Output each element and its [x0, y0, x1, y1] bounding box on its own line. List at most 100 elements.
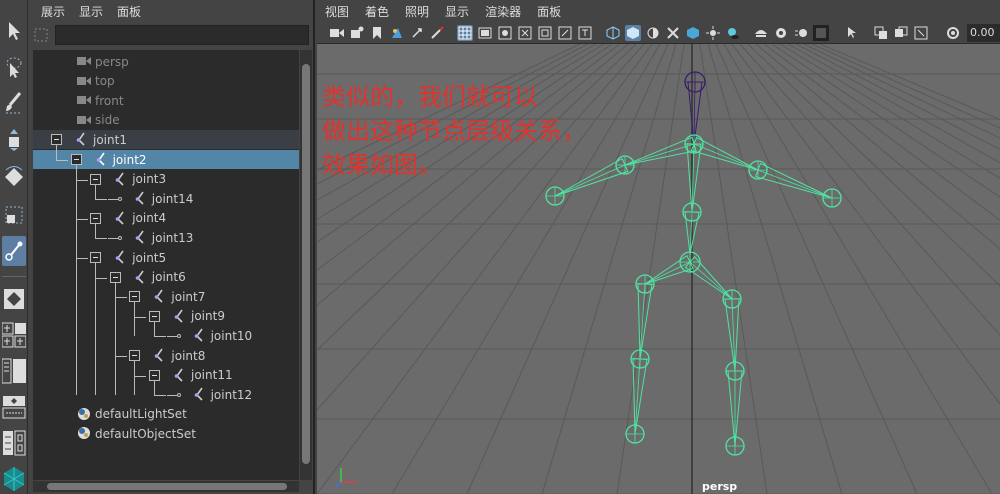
- smooth-shade-icon[interactable]: [625, 25, 641, 41]
- outliner-item-joint12[interactable]: joint12: [33, 385, 299, 404]
- filter-icon[interactable]: [33, 27, 49, 43]
- layout-side-icon[interactable]: [2, 356, 26, 386]
- expand-toggle-icon[interactable]: [51, 134, 62, 146]
- outliner-item-joint14[interactable]: joint14: [33, 189, 299, 208]
- outliner-menu-show[interactable]: 展示: [41, 3, 65, 20]
- select-tool-icon[interactable]: [2, 16, 26, 46]
- grid-icon[interactable]: [457, 25, 473, 41]
- viewport-menu-lighting[interactable]: 照明: [405, 3, 429, 20]
- layout-quad-icon[interactable]: [2, 320, 26, 350]
- outliner-menu-panels[interactable]: 面板: [117, 3, 141, 20]
- outliner-menubar: 展示 显示 面板: [29, 0, 313, 22]
- expand-toggle-icon[interactable]: [70, 154, 82, 165]
- image-plane-icon[interactable]: [389, 25, 405, 41]
- maximize-panel-icon[interactable]: [913, 25, 929, 41]
- scale-tool-icon[interactable]: [2, 200, 26, 230]
- outliner-item-side[interactable]: side: [33, 111, 299, 130]
- film-gate-icon[interactable]: [477, 25, 493, 41]
- default-material-icon[interactable]: [645, 25, 661, 41]
- tree-connector: [114, 282, 116, 396]
- outliner-item-joint8[interactable]: joint8: [33, 346, 299, 365]
- tree-connector: [95, 238, 108, 240]
- bone-joint4: [690, 136, 759, 171]
- viewport-menu-shading[interactable]: 着色: [365, 3, 389, 20]
- outliner-item-label: joint13: [151, 230, 194, 245]
- outliner-item-joint11[interactable]: joint11: [33, 366, 299, 385]
- outliner-item-label: joint2: [112, 152, 147, 167]
- outliner-item-front[interactable]: front: [33, 91, 299, 110]
- outliner-item-label: joint4: [132, 211, 167, 226]
- rotate-tool-icon[interactable]: [2, 162, 26, 192]
- outliner-item-top[interactable]: top: [33, 72, 299, 91]
- scrollbar-thumb[interactable]: [302, 64, 310, 464]
- outliner-item-joint7[interactable]: joint7: [33, 287, 299, 306]
- outliner-vertical-scrollbar[interactable]: [300, 50, 312, 480]
- outliner-item-joint2[interactable]: joint2: [33, 150, 299, 169]
- expand-toggle-icon[interactable]: [109, 271, 121, 283]
- expand-toggle-icon[interactable]: [90, 252, 102, 263]
- viewport-menu-panels[interactable]: 面板: [537, 3, 561, 20]
- select-camera-icon[interactable]: [845, 25, 861, 41]
- outliner-item-persp[interactable]: persp: [33, 52, 299, 71]
- expand-toggle-icon[interactable]: [149, 369, 160, 381]
- outliner-item-joint13[interactable]: joint13: [33, 228, 299, 247]
- viewport-panel: 视图 着色 照明 显示 渲染器 面板 0.00 类似的，我们就可以 做出这种节点…: [0, 0, 1000, 494]
- outliner-item-joint4[interactable]: joint4: [33, 209, 299, 228]
- expand-toggle-icon[interactable]: [90, 173, 102, 185]
- camera-attributes-icon[interactable]: [349, 25, 365, 41]
- bookmark-icon[interactable]: [369, 25, 385, 41]
- wireframe-icon[interactable]: [605, 25, 621, 41]
- outliner-horizontal-scrollbar[interactable]: [33, 481, 299, 492]
- outliner-search-input[interactable]: [55, 25, 309, 45]
- gate-mask-icon[interactable]: [517, 25, 533, 41]
- move-tool-icon[interactable]: [2, 125, 26, 155]
- outliner-item-joint6[interactable]: joint6: [33, 268, 299, 287]
- outliner-item-label: joint1: [93, 132, 127, 147]
- outliner-item-defaultLightSet[interactable]: defaultLightSet: [33, 405, 299, 424]
- viewport-menu-renderer[interactable]: 渲染器: [485, 3, 521, 20]
- outliner-item-joint1[interactable]: joint1: [33, 130, 299, 150]
- anti-aliasing-icon[interactable]: [813, 25, 829, 41]
- viewport-menu-view[interactable]: 视图: [325, 3, 349, 20]
- 2d-pan-zoom-icon[interactable]: [409, 25, 425, 41]
- field-chart-icon[interactable]: [537, 25, 553, 41]
- outliner-item-joint9[interactable]: joint9: [33, 307, 299, 326]
- outliner-item-joint3[interactable]: joint3: [33, 170, 299, 189]
- expand-toggle-icon[interactable]: [129, 291, 141, 303]
- isolate-icon[interactable]: [753, 25, 769, 41]
- layout-outliner-icon[interactable]: [2, 464, 26, 494]
- camera-select-icon[interactable]: [329, 25, 345, 41]
- outliner-item-joint10[interactable]: joint10: [33, 326, 299, 345]
- safe-action-icon[interactable]: [557, 25, 573, 41]
- ambient-occlusion-icon[interactable]: [773, 25, 789, 41]
- grease-pencil-icon[interactable]: [429, 25, 445, 41]
- viewport-scene[interactable]: 类似的，我们就可以 做出这种节点层级关系， 效果如图。 persp: [0, 43, 1000, 494]
- layout-single-icon[interactable]: [2, 284, 26, 314]
- outliner-menu-display[interactable]: 显示: [79, 3, 103, 20]
- exposure-field[interactable]: 0.00: [967, 24, 1000, 42]
- layout-strip-icon[interactable]: [2, 392, 26, 422]
- expand-toggle-icon[interactable]: [129, 350, 141, 361]
- motion-blur-icon[interactable]: [793, 25, 809, 41]
- panel-layout-icon[interactable]: [873, 25, 889, 41]
- bone-joint13: [757, 169, 833, 199]
- resolution-gate-icon[interactable]: [497, 25, 513, 41]
- viewport-menu-show[interactable]: 显示: [445, 3, 469, 20]
- outliner-item-label: joint11: [191, 368, 233, 383]
- lasso-tool-icon[interactable]: [2, 52, 26, 82]
- layout-panel-icon[interactable]: [2, 428, 26, 458]
- exposure-icon[interactable]: [945, 25, 961, 41]
- textured-icon[interactable]: [685, 25, 701, 41]
- lights-icon[interactable]: [705, 25, 721, 41]
- tear-off-icon[interactable]: [893, 25, 909, 41]
- shadows-icon[interactable]: [725, 25, 741, 41]
- outliner-item-defaultObjectSet[interactable]: defaultObjectSet: [33, 424, 299, 443]
- safe-title-icon[interactable]: [577, 25, 593, 41]
- outliner-item-joint5[interactable]: joint5: [33, 248, 299, 267]
- joint-tool-icon[interactable]: [2, 236, 26, 266]
- xray-icon[interactable]: [665, 25, 681, 41]
- paint-tool-icon[interactable]: [2, 88, 26, 118]
- scrollbar-thumb[interactable]: [47, 483, 287, 490]
- expand-toggle-icon[interactable]: [90, 212, 102, 224]
- expand-toggle-icon[interactable]: [149, 310, 160, 322]
